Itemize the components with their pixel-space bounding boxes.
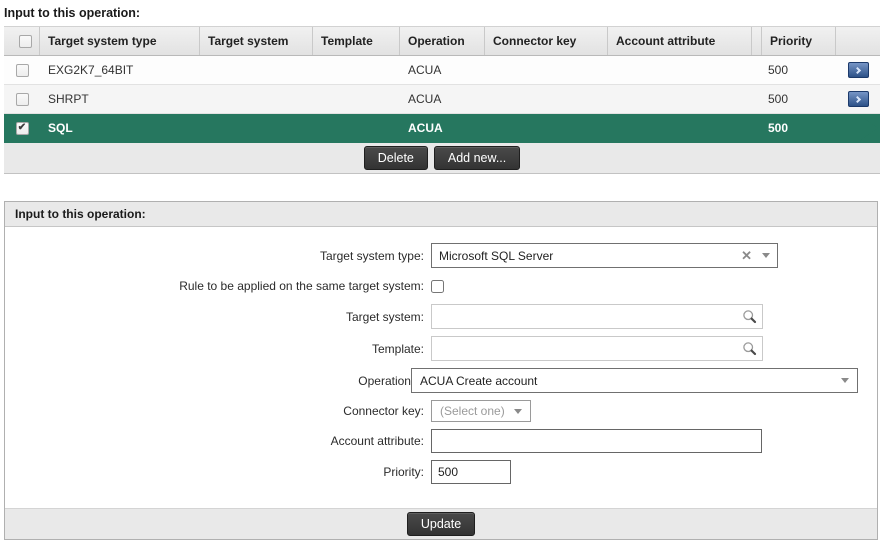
- cell-priority: 500: [762, 121, 836, 135]
- target-system-label: Target system:: [5, 310, 431, 324]
- panel-title: Input to this operation:: [5, 202, 877, 227]
- target-system-type-label: Target system type:: [5, 249, 431, 263]
- header-target-system[interactable]: Target system: [200, 27, 313, 55]
- target-system-type-value: Microsoft SQL Server: [439, 249, 731, 263]
- operation-select[interactable]: ACUA Create account: [411, 368, 858, 393]
- search-icon[interactable]: [742, 309, 757, 324]
- header-connector-key[interactable]: Connector key: [485, 27, 608, 55]
- cell-operation: ACUA: [400, 63, 485, 77]
- cell-priority: 500: [762, 92, 836, 106]
- header-actions: [836, 27, 880, 55]
- search-icon[interactable]: [742, 341, 757, 356]
- priority-label: Priority:: [5, 465, 431, 479]
- connector-key-select[interactable]: (Select one): [431, 400, 531, 422]
- account-attribute-label: Account attribute:: [5, 434, 431, 448]
- header-select-all[interactable]: [4, 27, 40, 55]
- cell-target-system-type: SHRPT: [40, 92, 200, 106]
- connector-key-label: Connector key:: [5, 404, 431, 418]
- edit-operation-panel: Input to this operation: Target system t…: [4, 201, 878, 540]
- header-template[interactable]: Template: [313, 27, 400, 55]
- target-system-type-combobox[interactable]: Microsoft SQL Server ✕: [431, 243, 778, 268]
- row-checkbox[interactable]: [16, 64, 29, 77]
- template-label: Template:: [5, 342, 431, 356]
- table-footer-bar: Delete Add new...: [4, 143, 880, 174]
- row-checkbox[interactable]: [16, 93, 29, 106]
- header-spacer: [752, 27, 762, 55]
- template-input[interactable]: [437, 341, 742, 357]
- form-footer-bar: Update: [5, 508, 877, 539]
- cell-target-system-type: SQL: [40, 121, 200, 135]
- target-system-input[interactable]: [437, 309, 742, 325]
- update-button[interactable]: Update: [407, 512, 475, 536]
- chevron-down-icon[interactable]: [762, 253, 770, 258]
- cell-operation: ACUA: [400, 92, 485, 106]
- header-target-system-type[interactable]: Target system type: [40, 27, 200, 55]
- operation-value: ACUA Create account: [420, 374, 831, 388]
- table-section-title: Input to this operation:: [4, 6, 880, 20]
- header-account-attribute[interactable]: Account attribute: [608, 27, 752, 55]
- row-checkbox-checked[interactable]: ✔: [16, 122, 29, 135]
- template-search-box: [431, 336, 763, 361]
- cell-operation: ACUA: [400, 121, 485, 135]
- cell-priority: 500: [762, 63, 836, 77]
- priority-input[interactable]: [431, 460, 511, 484]
- header-priority[interactable]: Priority: [762, 27, 836, 55]
- row-detail-arrow-button[interactable]: [848, 62, 869, 78]
- clear-icon[interactable]: ✕: [741, 248, 752, 264]
- add-new-button[interactable]: Add new...: [434, 146, 520, 170]
- table-row[interactable]: SHRPT ACUA 500: [4, 85, 880, 114]
- cell-target-system-type: EXG2K7_64BIT: [40, 63, 200, 77]
- selected-row-arrow-flag: [836, 114, 878, 143]
- select-all-checkbox[interactable]: [19, 35, 32, 48]
- operation-label: Operation:: [358, 374, 414, 388]
- target-system-search-box: [431, 304, 763, 329]
- table-row[interactable]: EXG2K7_64BIT ACUA 500: [4, 56, 880, 85]
- rule-same-target-checkbox[interactable]: [431, 280, 444, 293]
- chevron-down-icon: [514, 409, 522, 414]
- table-header-row: Target system type Target system Templat…: [4, 26, 880, 56]
- chevron-down-icon[interactable]: [841, 378, 849, 383]
- table-row-selected[interactable]: ✔ SQL ACUA 500: [4, 114, 880, 143]
- rule-same-target-label: Rule to be applied on the same target sy…: [5, 279, 431, 293]
- delete-button[interactable]: Delete: [364, 146, 428, 170]
- header-operation[interactable]: Operation: [400, 27, 485, 55]
- account-attribute-input[interactable]: [431, 429, 762, 453]
- chevron-right-icon: [853, 95, 860, 102]
- connector-key-value: (Select one): [440, 404, 505, 418]
- operations-table: Target system type Target system Templat…: [4, 26, 880, 174]
- chevron-right-icon: [853, 66, 860, 73]
- row-detail-arrow-button[interactable]: [848, 91, 869, 107]
